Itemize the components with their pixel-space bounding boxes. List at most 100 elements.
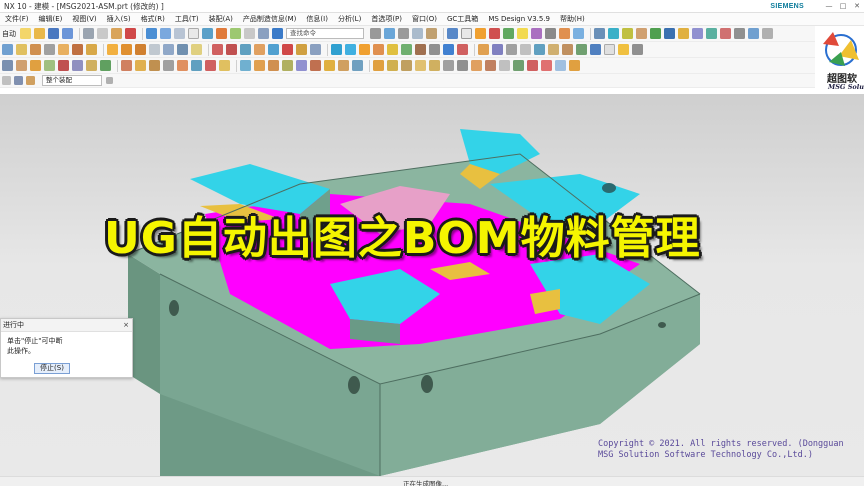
- menu-info[interactable]: 信息(I): [301, 13, 333, 26]
- patch-icon[interactable]: [310, 60, 321, 71]
- offset-face-icon[interactable]: [240, 44, 251, 55]
- switch-window-icon[interactable]: [258, 28, 269, 39]
- resize-icon[interactable]: [387, 60, 398, 71]
- mold-icon[interactable]: [664, 28, 675, 39]
- light-icon[interactable]: [517, 28, 528, 39]
- redo-icon[interactable]: [160, 28, 171, 39]
- translucency-icon[interactable]: [555, 60, 566, 71]
- selection-scope-select[interactable]: 整个装配: [42, 75, 102, 86]
- filter-icon[interactable]: [202, 28, 213, 39]
- lifter-icon[interactable]: [415, 44, 426, 55]
- save-as-icon[interactable]: [62, 28, 73, 39]
- menu-analysis[interactable]: 分析(L): [333, 13, 366, 26]
- spring-icon[interactable]: [534, 44, 545, 55]
- zoom-icon[interactable]: [398, 28, 409, 39]
- new-file-icon[interactable]: [20, 28, 31, 39]
- line-icon[interactable]: [2, 60, 13, 71]
- wireframe-icon[interactable]: [461, 28, 472, 39]
- check-icon[interactable]: [650, 28, 661, 39]
- swept-icon[interactable]: [268, 60, 279, 71]
- pin-icon[interactable]: [520, 44, 531, 55]
- extrude-icon[interactable]: [16, 44, 27, 55]
- pattern-face-icon[interactable]: [401, 60, 412, 71]
- help-icon[interactable]: [272, 28, 283, 39]
- delete-icon[interactable]: [125, 28, 136, 39]
- subtract-icon[interactable]: [121, 44, 132, 55]
- cube-view-icon[interactable]: [475, 28, 486, 39]
- pattern-icon[interactable]: [296, 44, 307, 55]
- save-icon[interactable]: [48, 28, 59, 39]
- copy-icon[interactable]: [97, 28, 108, 39]
- replace-face-icon[interactable]: [254, 44, 265, 55]
- part-icon[interactable]: [678, 28, 689, 39]
- csys-icon[interactable]: [100, 60, 111, 71]
- paste-icon[interactable]: [111, 28, 122, 39]
- menu-format[interactable]: 格式(R): [136, 13, 170, 26]
- offset-curve-icon[interactable]: [163, 60, 174, 71]
- bom-icon[interactable]: [720, 28, 731, 39]
- snap-icon[interactable]: [216, 28, 227, 39]
- delete-face-icon[interactable]: [282, 44, 293, 55]
- through-curves-icon[interactable]: [254, 60, 265, 71]
- revolve-icon[interactable]: [30, 44, 41, 55]
- insert-icon[interactable]: [387, 44, 398, 55]
- n-sided-icon[interactable]: [282, 60, 293, 71]
- palette-icon[interactable]: [559, 28, 570, 39]
- angle-icon[interactable]: [622, 28, 633, 39]
- extract-icon[interactable]: [352, 60, 363, 71]
- material-icon[interactable]: [503, 28, 514, 39]
- studio-icon[interactable]: [531, 28, 542, 39]
- menu-icon[interactable]: [2, 76, 11, 85]
- split-body-icon[interactable]: [226, 44, 237, 55]
- join-icon[interactable]: [191, 60, 202, 71]
- screw-icon[interactable]: [506, 44, 517, 55]
- chamfer-icon[interactable]: [163, 44, 174, 55]
- reuse-icon[interactable]: [471, 60, 482, 71]
- copy-face-icon[interactable]: [415, 60, 426, 71]
- menu-gc-toolbox[interactable]: GC工具箱: [442, 13, 483, 26]
- bom-table-icon[interactable]: [618, 44, 629, 55]
- move-face-icon[interactable]: [268, 44, 279, 55]
- menu-window[interactable]: 窗口(O): [407, 13, 442, 26]
- gate-icon[interactable]: [457, 44, 468, 55]
- cooling-icon[interactable]: [443, 44, 454, 55]
- plate-icon[interactable]: [548, 44, 559, 55]
- intersection-curve-icon[interactable]: [149, 60, 160, 71]
- shell-icon[interactable]: [191, 44, 202, 55]
- axis-icon[interactable]: [86, 60, 97, 71]
- menu-ms-design[interactable]: MS Design V3.5.9: [483, 13, 555, 26]
- search-icon[interactable]: [370, 28, 381, 39]
- group-icon[interactable]: [457, 60, 468, 71]
- camera-icon[interactable]: [545, 28, 556, 39]
- point-icon[interactable]: [58, 60, 69, 71]
- edge-blend-icon[interactable]: [149, 44, 160, 55]
- sync-icon[interactable]: [373, 60, 384, 71]
- assembly-icon[interactable]: [692, 28, 703, 39]
- paste-face-icon[interactable]: [429, 60, 440, 71]
- drafting-icon[interactable]: [706, 28, 717, 39]
- pan-icon[interactable]: [412, 28, 423, 39]
- shape-icon[interactable]: [485, 60, 496, 71]
- hide-icon[interactable]: [499, 60, 510, 71]
- edit-object-icon[interactable]: [569, 60, 580, 71]
- settings-icon[interactable]: [762, 28, 773, 39]
- menu-help[interactable]: 帮助(H): [555, 13, 590, 26]
- minimize-icon[interactable]: —: [822, 1, 836, 12]
- curve-icon[interactable]: [121, 60, 132, 71]
- repeat-icon[interactable]: [174, 28, 185, 39]
- ejector-icon[interactable]: [429, 44, 440, 55]
- parting-icon[interactable]: [345, 44, 356, 55]
- menu-file[interactable]: 文件(F): [0, 13, 34, 26]
- fit-view-icon[interactable]: [384, 28, 395, 39]
- mirror-icon[interactable]: [310, 44, 321, 55]
- measure-icon[interactable]: [594, 28, 605, 39]
- close-icon[interactable]: ×: [123, 321, 129, 329]
- spline-icon[interactable]: [44, 60, 55, 71]
- trim-curve-icon[interactable]: [205, 60, 216, 71]
- show-icon[interactable]: [513, 60, 524, 71]
- invert-icon[interactable]: [527, 60, 538, 71]
- dimension-icon[interactable]: [590, 44, 601, 55]
- pocket-icon[interactable]: [72, 44, 83, 55]
- menu-tools[interactable]: 工具(T): [170, 13, 204, 26]
- chevron-down-icon[interactable]: [106, 77, 113, 84]
